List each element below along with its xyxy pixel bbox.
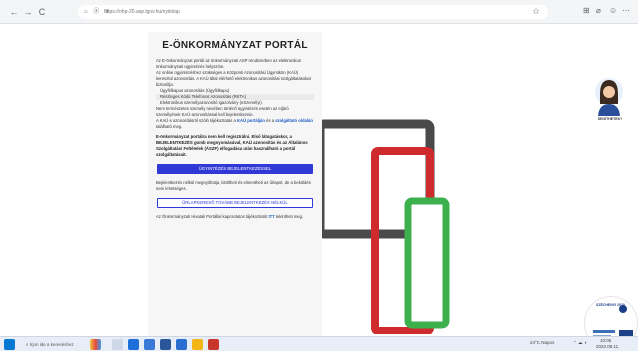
- url-text: https://ohp-20.asp.lgov.hu/nyitolap: [104, 9, 180, 15]
- phone-shape: [404, 197, 450, 329]
- no-login-text: Bejelentkezés nélkül megnyithatja, kitöl…: [156, 180, 311, 191]
- footer-text: Az Önkormányzati Hivatali Portállal kapc…: [156, 214, 314, 220]
- extensions-icon[interactable]: ⌀: [596, 6, 601, 15]
- no-login-button[interactable]: ŰRLAPKERESŐ TOVÁBB BEJELENTKEZÉS NÉLKÜL: [157, 198, 313, 208]
- kau-info-prefix: A KAÜ-s azonosításról szóló tájékoztatás…: [156, 118, 236, 123]
- devices-illustration: [315, 119, 450, 334]
- address-icons: ⌂ ⓐ ≡: [84, 9, 111, 15]
- reload-button[interactable]: C: [36, 6, 48, 18]
- auth-intro-text: Az online ügyintézéshez szükséges a Közp…: [156, 70, 311, 87]
- footer-suffix: tekintheti meg.: [275, 214, 304, 219]
- mail-icon[interactable]: [144, 339, 155, 350]
- back-button[interactable]: ←: [8, 6, 20, 18]
- note-text: Nem természetes személy nevében történő …: [156, 106, 289, 117]
- bookmark-star-icon[interactable]: ☆: [532, 6, 540, 17]
- browser-toolbar: ← → C ⌂ ⓐ ≡ https://ohp-20.asp.lgov.hu/n…: [0, 0, 638, 24]
- login-button[interactable]: ÜGYINTÉZÉS BEJELENTKEZÉSSEL: [157, 164, 313, 174]
- page-content: E-ÖNKORMÁNYZAT PORTÁL Az E-önkormányzat …: [0, 24, 638, 350]
- menu-icon[interactable]: ⋯: [622, 6, 630, 15]
- files-icon[interactable]: [176, 339, 187, 350]
- collections-icon[interactable]: ⊞: [583, 6, 590, 15]
- provider-page-link[interactable]: szolgáltató oldalán: [275, 118, 313, 123]
- info-here-link[interactable]: ITT: [268, 214, 274, 219]
- intro-text: Az E-önkormányzat portál az önkormányzat…: [156, 58, 301, 69]
- explorer-icon[interactable]: [192, 339, 203, 350]
- taskbar: ⌕ Írjon ide a kereséshez 24°C Napos ⌃ ☁ …: [0, 336, 638, 351]
- logo-label: SZÉCHENYI 2020: [596, 303, 625, 307]
- kau-info-text: A KAÜ-s azonosításról szóló tájékoztatás…: [156, 118, 314, 130]
- address-bar[interactable]: ⌂ ⓐ ≡ https://ohp-20.asp.lgov.hu/nyitola…: [78, 5, 548, 19]
- weather-text[interactable]: 24°C Napos: [530, 340, 554, 345]
- word-icon[interactable]: [160, 339, 171, 350]
- portal-info-card: E-ÖNKORMÁNYZAT PORTÁL Az E-önkormányzat …: [148, 32, 322, 336]
- assistant-avatar[interactable]: [594, 76, 624, 116]
- widgets-icon[interactable]: [90, 339, 101, 350]
- kau-portal-link[interactable]: KAÜ portálján: [237, 118, 265, 123]
- task-view-icon[interactable]: [112, 339, 123, 350]
- forward-button[interactable]: →: [22, 6, 34, 18]
- clock-date[interactable]: 2022.08.11.: [596, 344, 619, 349]
- edge-browser-icon[interactable]: [128, 339, 139, 350]
- tray-icons[interactable]: ⌃ ☁ ◑: [573, 340, 587, 346]
- search-placeholder: Írjon ide a kereséshez: [29, 342, 74, 347]
- profile-icon[interactable]: ☺: [609, 6, 617, 15]
- footer-prefix: Az Önkormányzati Hivatali Portállal kapc…: [156, 214, 268, 219]
- office-icon[interactable]: [208, 339, 219, 350]
- registration-notice: E-önkormányzat portálra nem kell regiszt…: [156, 134, 308, 157]
- page-title: E-ÖNKORMÁNYZAT PORTÁL: [162, 40, 308, 51]
- start-button-icon[interactable]: [4, 339, 15, 350]
- kau-info-suffix: található meg.: [156, 124, 183, 129]
- clock-time[interactable]: 10:05: [600, 338, 611, 343]
- kau-info-mid: és a: [266, 118, 275, 123]
- assistant-label[interactable]: SEGÍTHETEK?: [590, 117, 630, 121]
- taskbar-search[interactable]: ⌕ Írjon ide a kereséshez: [20, 339, 82, 350]
